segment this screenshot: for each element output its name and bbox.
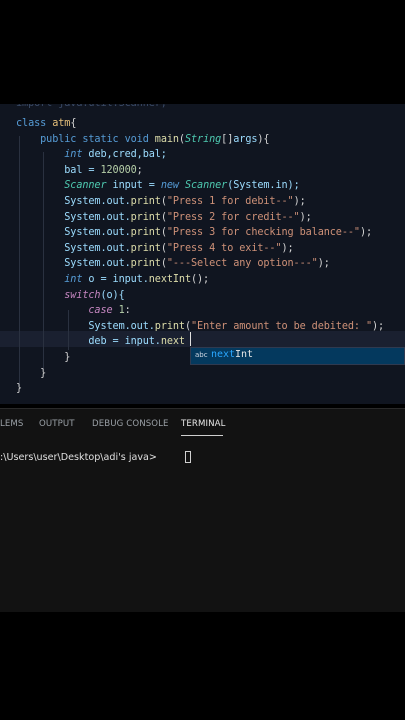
code-token: o = input. [88, 274, 149, 285]
code-token: int [16, 274, 89, 285]
code-line[interactable]: switch(o){ [16, 288, 125, 304]
code-line[interactable]: public static void main(String[]args){ [16, 132, 269, 148]
active-tab-indicator [181, 435, 223, 436]
code-token: print [130, 227, 161, 239]
code-token: ); [372, 320, 385, 332]
code-token: int [16, 149, 89, 161]
code-token: ); [293, 196, 306, 207]
tab-output[interactable]: OUTPUT [39, 419, 75, 429]
autocomplete-item[interactable]: abc next Int [191, 348, 404, 364]
code-token: deb,cred,bal; [88, 149, 167, 161]
code-token: main [154, 133, 179, 145]
code-token: input = [112, 180, 161, 192]
code-token: atm [52, 118, 71, 129]
code-token: System.out. [16, 242, 131, 254]
tab-debug-console[interactable]: DEBUG CONSOLE [92, 419, 169, 429]
code-token: public static void [16, 133, 155, 145]
code-token: bal = [16, 164, 101, 176]
code-token: ); [281, 242, 294, 254]
tab-terminal[interactable]: TERMINAL [181, 419, 226, 429]
code-token: ); [299, 211, 312, 223]
code-token: Scanner [184, 180, 228, 192]
code-token: deb = input. [16, 336, 161, 348]
code-line[interactable]: System.out.print("Press 3 for checking b… [16, 225, 372, 241]
code-token: switch [16, 289, 101, 301]
code-token: args [233, 133, 258, 145]
code-line[interactable]: } [16, 366, 46, 382]
code-line[interactable]: case 1: [16, 303, 131, 319]
code-line[interactable]: System.out.print("Press 2 for credit--")… [16, 210, 312, 226]
code-token: ){ [257, 133, 270, 145]
autocomplete-popup[interactable]: abc next Int [190, 347, 405, 365]
tab-problems[interactable]: LEMS [0, 419, 24, 429]
code-token: "Enter amount to be debited: " [191, 320, 373, 332]
code-token: "---Select any option---" [166, 258, 318, 270]
code-token: (); [190, 274, 210, 285]
code-line[interactable]: System.out.print("Press 1 for debit--"); [16, 194, 306, 210]
terminal-prompt: :\Users\user\Desktop\adi's java> [0, 452, 161, 463]
text-caret [190, 332, 191, 346]
code-token: ; [136, 164, 143, 176]
code-line[interactable]: System.out.print("Press 4 to exit--"); [16, 241, 294, 257]
panel-tabs: LEMS OUTPUT DEBUG CONSOLE TERMINAL [0, 408, 405, 439]
code-line[interactable]: } [16, 350, 70, 366]
code-line[interactable]: int deb,cred,bal; [16, 147, 167, 163]
code-token: print [130, 196, 161, 207]
code-token: next [160, 336, 185, 348]
code-token: print [130, 258, 161, 270]
text-suggestion-icon: abc [195, 351, 208, 359]
partial-line: import java.util.Scanner; [16, 104, 167, 112]
code-line-active[interactable]: deb = input.next [16, 334, 185, 350]
autocomplete-rest: Int [235, 349, 254, 360]
code-token: ); [359, 227, 373, 239]
code-token: System.out. [16, 211, 131, 223]
code-token: (System.in); [227, 180, 300, 192]
code-token: "Press 4 to exit--" [166, 242, 282, 254]
code-token: System.out. [16, 258, 131, 270]
code-line[interactable]: int o = input.nextInt(); [16, 272, 209, 288]
code-token: case [16, 305, 119, 317]
code-token: print [130, 242, 161, 254]
code-token: new [160, 180, 185, 192]
code-token: (o){ [100, 289, 125, 301]
code-editor[interactable]: import java.util.Scanner; class atm{ pub… [0, 104, 405, 404]
code-line[interactable]: } [16, 381, 22, 397]
code-token: nextInt [148, 274, 191, 285]
bottom-panel: LEMS OUTPUT DEBUG CONSOLE TERMINAL :\Use… [0, 408, 405, 612]
code-token: 120000 [100, 164, 137, 176]
terminal-cursor[interactable] [185, 451, 191, 463]
code-token: print [130, 211, 161, 223]
code-token: String [184, 133, 222, 145]
code-token: print [154, 320, 185, 332]
code-token: { [70, 118, 77, 129]
code-token: } [16, 367, 47, 379]
code-line[interactable]: System.out.print("---Select any option--… [16, 256, 330, 272]
code-token: Scanner [16, 180, 113, 192]
code-token: System.out. [16, 196, 131, 207]
code-line[interactable]: System.out.print("Enter amount to be deb… [16, 319, 384, 335]
code-line[interactable]: bal = 120000; [16, 163, 143, 179]
code-token: } [16, 383, 23, 395]
code-token: : [124, 305, 131, 317]
autocomplete-match: next [211, 349, 236, 360]
code-token: "Press 1 for debit--" [166, 196, 294, 207]
code-token: "Press 3 for checking balance--" [166, 227, 360, 239]
code-token: class [16, 118, 53, 129]
code-line[interactable]: class atm{ [16, 116, 76, 132]
code-token: System.out. [16, 320, 155, 332]
code-line[interactable]: Scanner input = new Scanner(System.in); [16, 178, 300, 194]
code-token: System.out. [16, 227, 131, 239]
code-token: ); [317, 258, 330, 270]
code-token: "Press 2 for credit--" [166, 211, 300, 223]
code-token: [] [221, 133, 234, 145]
code-token: } [16, 352, 71, 363]
